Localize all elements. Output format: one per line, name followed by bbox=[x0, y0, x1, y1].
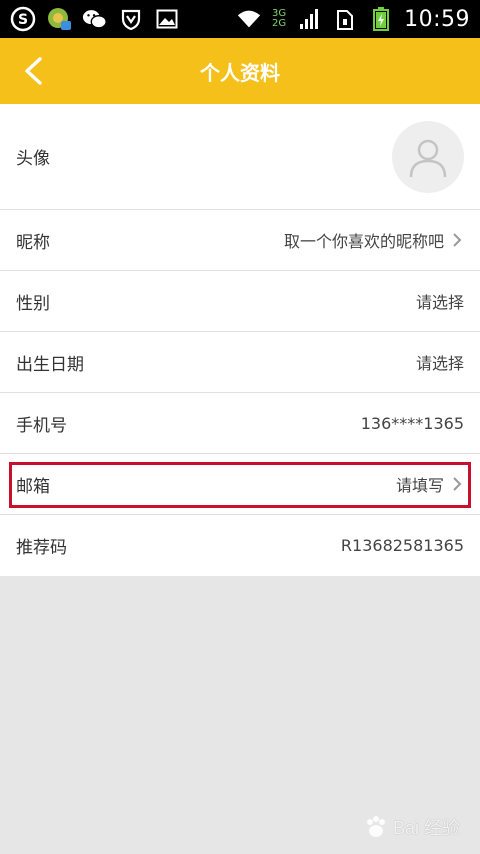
gender-row[interactable]: 性别 请选择 bbox=[0, 271, 480, 332]
svg-text:S: S bbox=[18, 12, 28, 28]
wifi-icon bbox=[236, 6, 262, 32]
referral-code-value: R13682581365 bbox=[340, 536, 464, 555]
gender-value: 请选择 bbox=[415, 293, 464, 312]
watermark-text: Bai 经验 bbox=[392, 818, 460, 838]
nickname-value: 取一个你喜欢的昵称吧 bbox=[283, 232, 444, 251]
nickname-value-group: 取一个你喜欢的昵称吧 bbox=[284, 228, 464, 252]
avatar-label: 头像 bbox=[16, 149, 50, 169]
nickname-label: 昵称 bbox=[16, 232, 50, 253]
phone-row[interactable]: 手机号 136****1365 bbox=[0, 393, 480, 454]
back-button[interactable] bbox=[8, 46, 58, 96]
image-icon bbox=[154, 6, 180, 32]
wechat-icon bbox=[82, 6, 108, 32]
avatar[interactable] bbox=[392, 120, 464, 193]
baidu-watermark: Bai 经验 bbox=[363, 814, 460, 840]
referral-code-label: 推荐码 bbox=[16, 538, 67, 558]
birthday-row[interactable]: 出生日期 请选择 bbox=[0, 332, 480, 393]
email-value: 请填写 bbox=[395, 476, 444, 495]
nickname-row[interactable]: 昵称 取一个你喜欢的昵称吧 bbox=[0, 210, 480, 271]
email-value-group: 请填写 bbox=[396, 472, 464, 496]
birthday-value-group: 请选择 bbox=[416, 350, 464, 374]
status-bar-left: S bbox=[10, 6, 180, 32]
status-bar: S 3G 2G 10:59 bbox=[0, 0, 480, 38]
header-bar: 个人资料 bbox=[0, 38, 480, 104]
phone-value-group: 136****1365 bbox=[361, 414, 464, 433]
sogou-icon: S bbox=[10, 6, 36, 32]
chevron-right-icon bbox=[452, 476, 464, 492]
page-title: 个人资料 bbox=[200, 60, 280, 85]
user-icon bbox=[409, 139, 447, 177]
chevron-right-icon bbox=[452, 232, 464, 248]
gender-label: 性别 bbox=[16, 293, 50, 314]
paw-icon bbox=[366, 816, 385, 837]
avatar-row[interactable]: 头像 bbox=[0, 104, 480, 210]
status-time: 10:59 bbox=[404, 6, 470, 32]
phone-label: 手机号 bbox=[16, 415, 67, 436]
status-bar-right: 3G 2G 10:59 bbox=[236, 6, 470, 32]
referral-code-value-group: R13682581365 bbox=[341, 536, 464, 555]
shield-icon bbox=[118, 6, 144, 32]
app-icon bbox=[46, 6, 72, 32]
birthday-label: 出生日期 bbox=[16, 354, 84, 375]
email-label: 邮箱 bbox=[16, 476, 50, 497]
referral-code-row[interactable]: 推荐码 R13682581365 bbox=[0, 515, 480, 576]
battery-icon bbox=[368, 6, 394, 32]
signal-icon bbox=[296, 6, 322, 32]
phone-value: 136****1365 bbox=[360, 413, 464, 433]
network-type: 3G 2G bbox=[272, 9, 286, 29]
chevron-left-icon bbox=[25, 57, 42, 85]
sim-icon bbox=[332, 6, 358, 32]
profile-list: 头像 昵称 取一个你喜欢的昵称吧 性别 请选择 出生日期 请选择 手机号 136… bbox=[0, 104, 480, 576]
email-row[interactable]: 邮箱 请填写 bbox=[0, 454, 480, 515]
gender-value-group: 请选择 bbox=[416, 289, 464, 313]
birthday-value: 请选择 bbox=[415, 354, 464, 373]
network-2g-label: 2G bbox=[271, 18, 287, 29]
